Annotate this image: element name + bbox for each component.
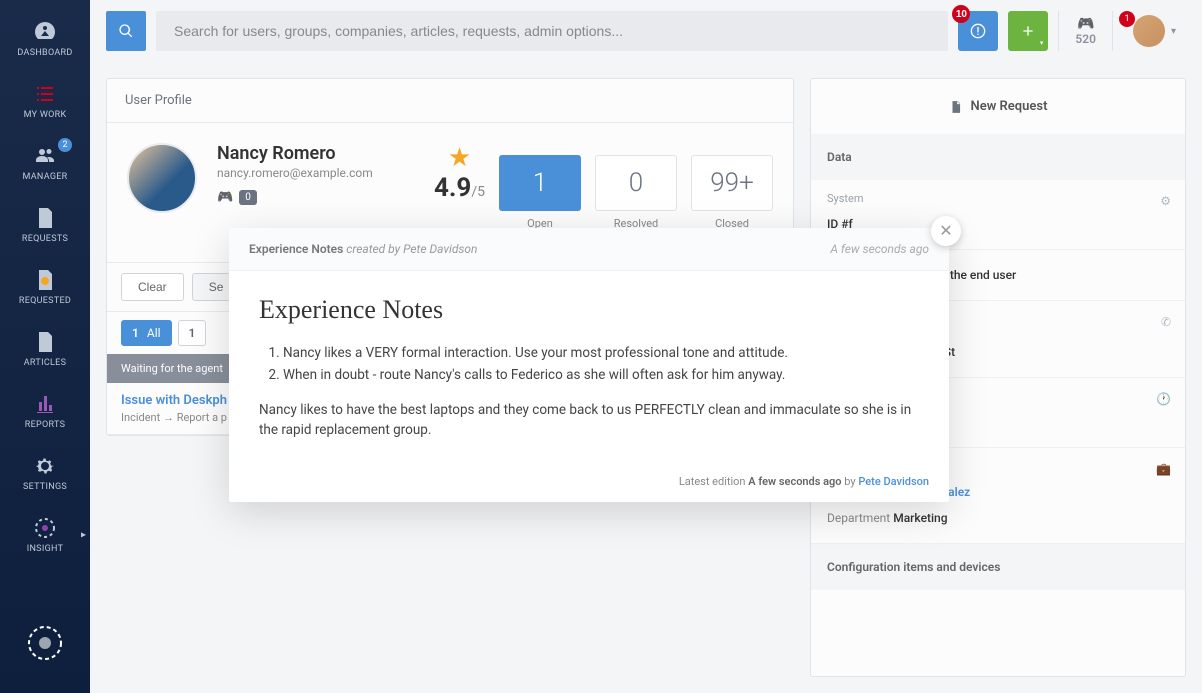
user-menu[interactable]: 1 ▾ [1123,15,1186,47]
stat-resolved[interactable]: 0 [595,155,677,211]
gears-icon [33,454,57,478]
sidebar: DASHBOARD MY WORK 2 MANAGER REQUESTS REQ… [0,0,90,693]
phone-icon[interactable]: ✆ [1161,315,1171,329]
gears-icon[interactable]: ⚙ [1160,194,1171,208]
search-icon [118,23,134,39]
sidebar-label: SETTINGS [23,482,67,492]
new-request-button[interactable]: New Request [811,79,1185,134]
insight-icon [33,516,57,540]
sidebar-item-settings[interactable]: SETTINGS [0,442,90,504]
sidebar-label: ARTICLES [24,358,66,368]
modal-footer: Latest edition A few seconds ago by Pete… [229,465,949,502]
gauge-icon [33,20,57,44]
sidebar-item-reports[interactable]: REPORTS [0,380,90,442]
add-button[interactable]: ▾ [1008,11,1048,51]
experience-notes-modal: ✕ Experience Notes created by Pete David… [229,228,949,502]
topbar: 10 ▾ 🎮 520 1 ▾ [90,0,1202,62]
sidebar-label: REQUESTED [19,296,71,306]
alert-icon [970,23,986,39]
data-section-header: Data [811,134,1185,180]
profile-picture[interactable] [127,143,197,213]
sidebar-label: REQUESTS [22,234,68,244]
avatar [1133,15,1165,47]
sidebar-item-insight[interactable]: INSIGHT ▸ [0,504,90,566]
sidebar-item-requested[interactable]: REQUESTED [0,256,90,318]
modal-title: Experience Notes [259,295,919,325]
tab-count: 1 [189,326,196,340]
clear-button[interactable]: Clear [121,273,184,301]
rating-value: 4.9 [434,173,471,203]
tab-count: 1 [132,326,139,340]
data-row: Department Marketing [827,505,1169,531]
document-icon [33,206,57,230]
notification-badge: 10 [952,5,970,23]
profile-email: nancy.romero@example.com [217,166,373,180]
sidebar-item-requests[interactable]: REQUESTS [0,194,90,256]
tab-label: All [147,326,161,340]
chevron-right-icon: ▸ [81,530,86,541]
note-paragraph: Nancy likes to have the best laptops and… [259,400,919,442]
note-item: When in doubt - route Nancy's calls to F… [283,365,919,385]
chevron-down-icon: ▾ [1171,26,1176,37]
rating-max: /5 [471,184,485,200]
list-icon [33,82,57,106]
modal-body: Experience Notes Nancy likes a VERY form… [229,271,949,465]
controller-icon: 🎮 [1077,16,1094,32]
points-display[interactable]: 🎮 520 [1058,11,1113,51]
block-label: System [827,192,1169,205]
modal-header-title: Experience Notes [249,242,343,256]
sidebar-label: MY WORK [24,110,67,120]
notifications-button[interactable]: 10 [958,11,998,51]
modal-header: Experience Notes created by Pete Davidso… [229,228,949,271]
note-item: Nancy likes a VERY formal interaction. U… [283,343,919,363]
chevron-down-icon: ▾ [1040,39,1044,47]
close-icon: ✕ [939,221,952,241]
author-link[interactable]: Pete Davidson [858,475,929,488]
tab-second[interactable]: 1 [178,320,207,346]
page-icon [33,330,57,354]
sidebar-badge: 2 [58,138,72,152]
sidebar-label: MANAGER [22,172,67,182]
sidebar-item-dashboard[interactable]: DASHBOARD [0,8,90,70]
user-badge: 1 [1119,11,1135,27]
sidebar-item-articles[interactable]: ARTICLES [0,318,90,380]
sidebar-item-manager[interactable]: 2 MANAGER [0,132,90,194]
sidebar-label: INSIGHT [27,544,64,554]
document-dollar-icon [33,268,57,292]
briefcase-icon[interactable]: 💼 [1156,462,1171,476]
sidebar-item-mywork[interactable]: MY WORK [0,70,90,132]
profile-name: Nancy Romero [217,143,373,164]
config-section-header: Configuration items and devices [811,544,1185,590]
close-button[interactable]: ✕ [931,216,961,246]
search-input[interactable] [156,11,948,51]
stat-closed[interactable]: 99+ [691,155,773,211]
plus-icon [1020,23,1036,39]
app-logo-icon [25,623,65,663]
search-button[interactable] [106,11,146,51]
card-title: User Profile [107,79,793,123]
sidebar-label: REPORTS [25,420,65,430]
document-plus-icon [949,100,963,114]
points-value: 520 [1075,32,1096,46]
profile-points: 0 [239,190,257,205]
stat-open[interactable]: 1 [499,155,581,211]
users-icon [33,144,57,168]
controller-icon: 🎮 [217,190,233,205]
modal-header-author: created by Pete Davidson [346,242,477,256]
modal-header-time: A few seconds ago [830,242,929,256]
sidebar-label: DASHBOARD [17,48,72,58]
star-icon: ★ [434,143,485,173]
chart-icon [33,392,57,416]
tab-all[interactable]: 1 All [121,320,172,346]
clock-icon[interactable]: 🕐 [1156,392,1171,406]
